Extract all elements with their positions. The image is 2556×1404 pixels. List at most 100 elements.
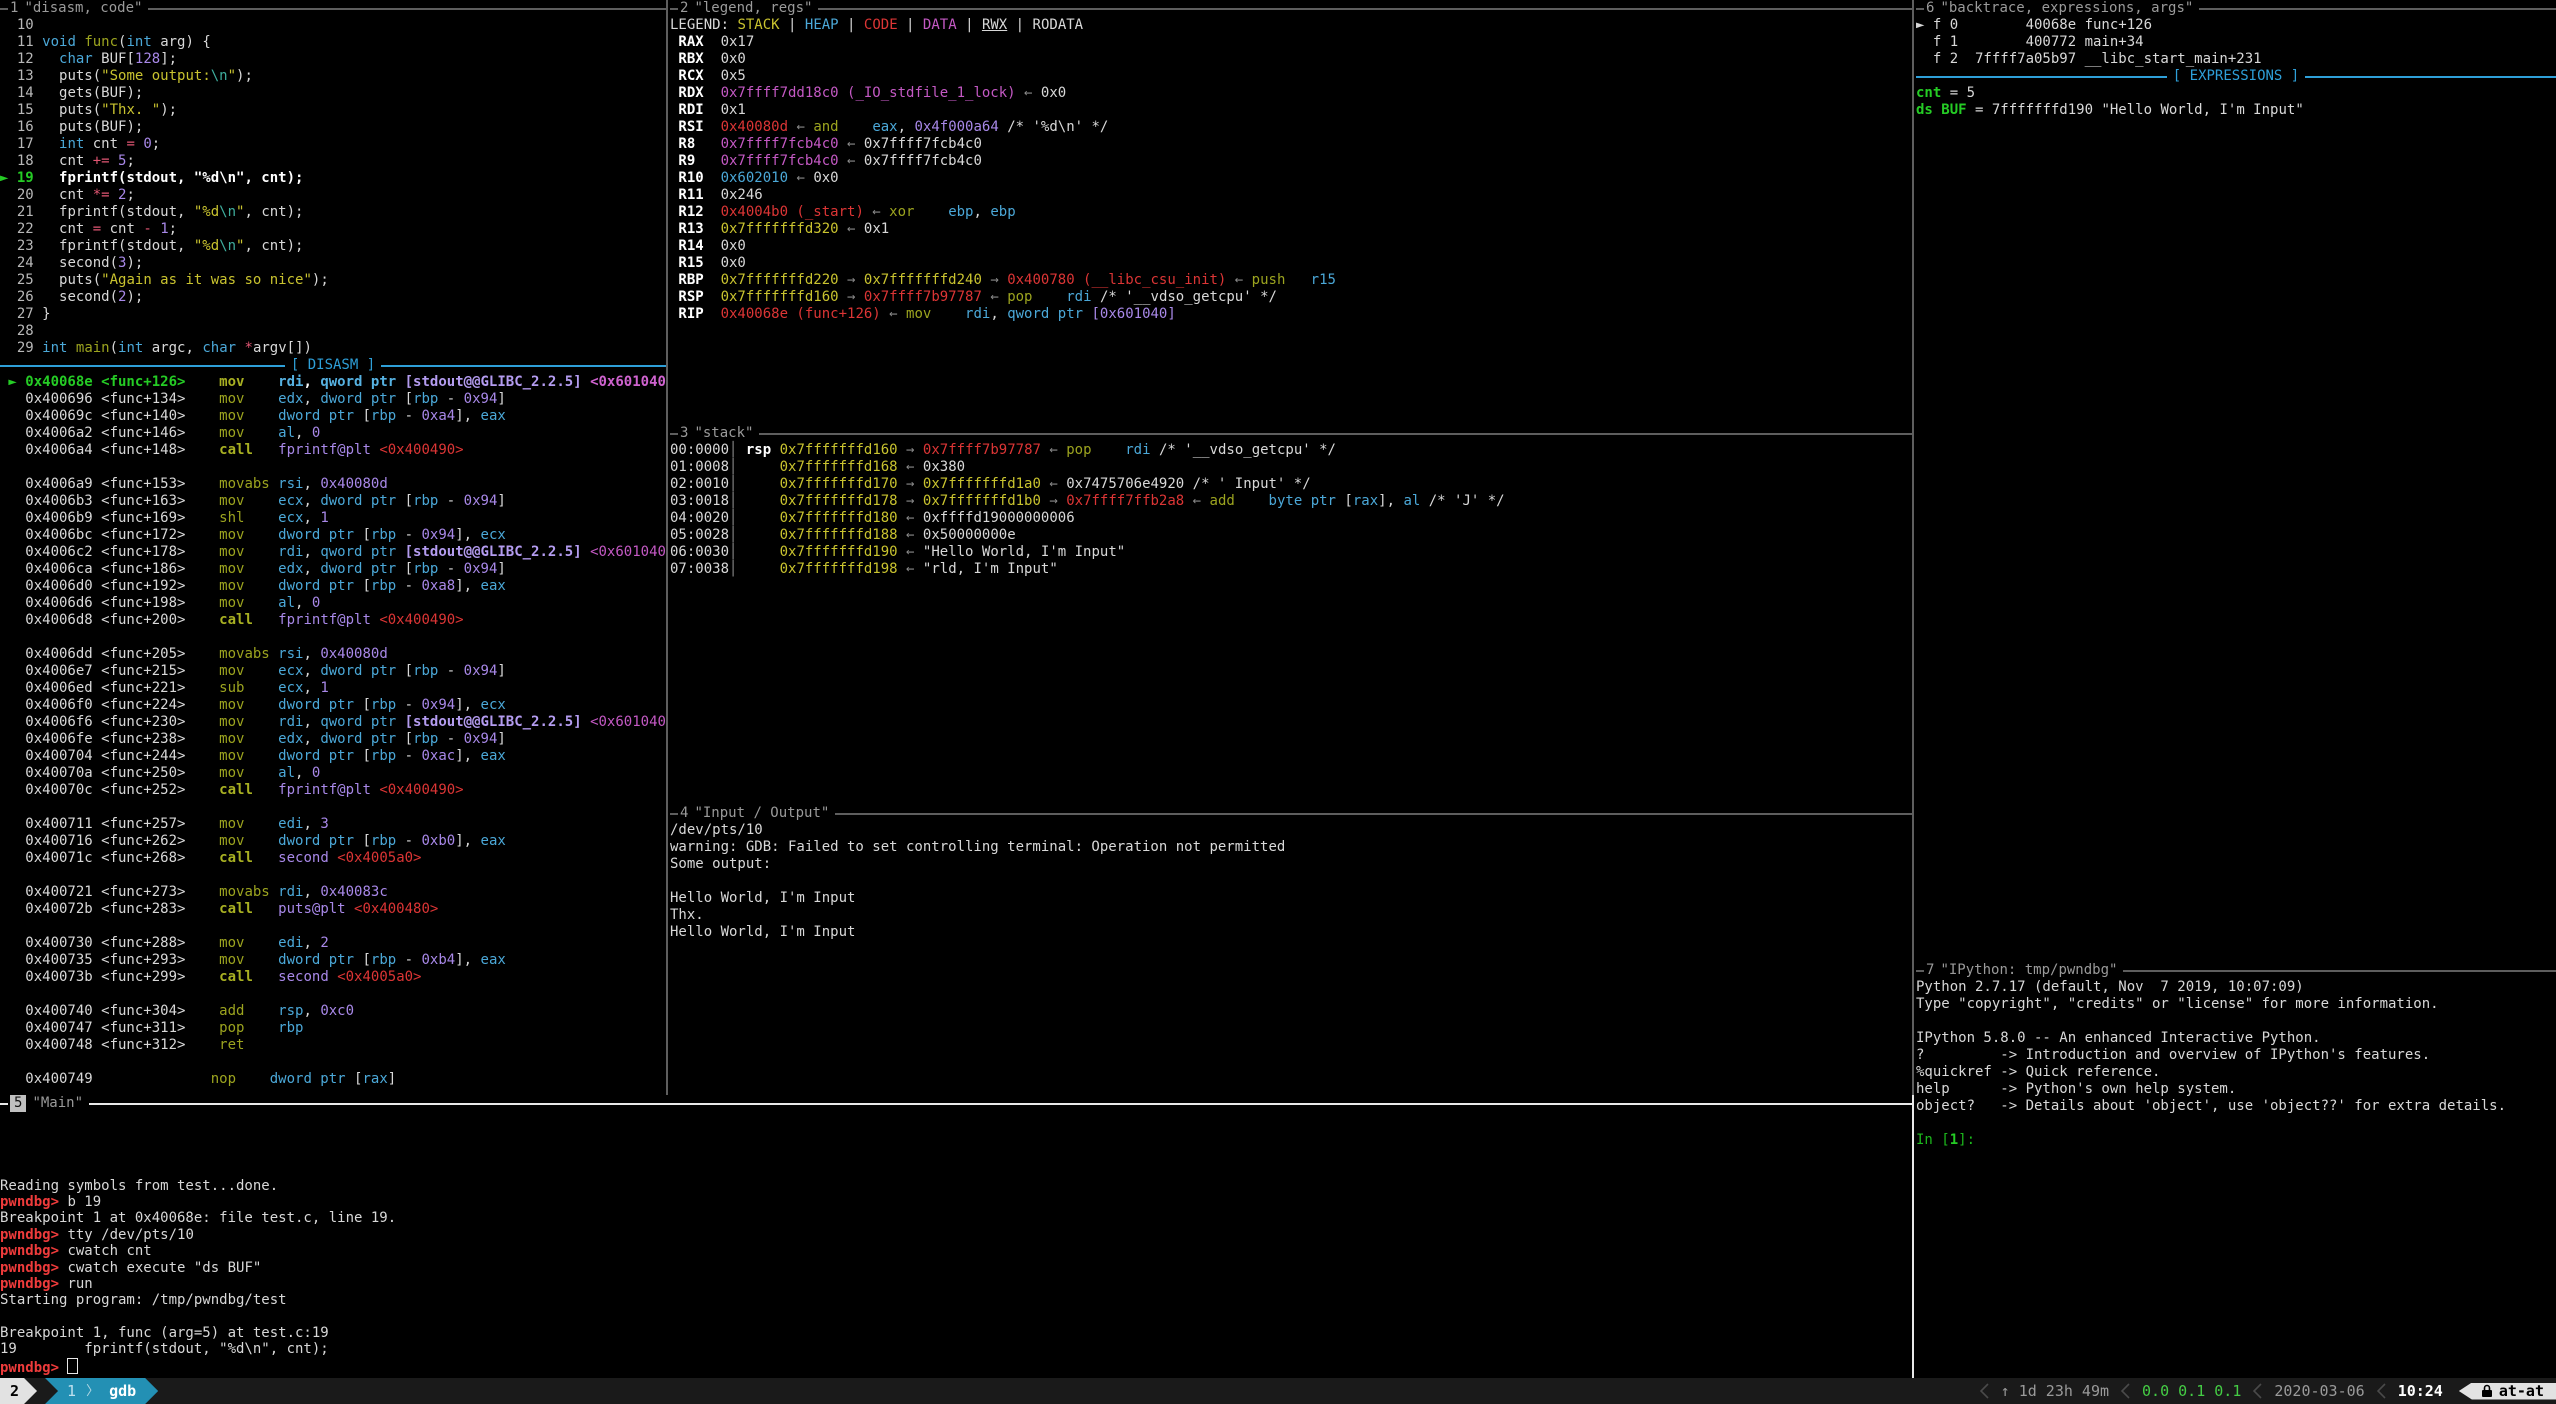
expressions-section-divider: [ EXPRESSIONS ] (1916, 68, 2556, 85)
terminal-line: Some output: (670, 856, 1912, 873)
terminal-line: 0x4006a9 <func+153> movabs rsi, 0x40080d (0, 476, 666, 493)
terminal-line: 0x4006b3 <func+163> mov ecx, dword ptr [… (0, 493, 666, 510)
terminal-line: RCX 0x5 (670, 68, 1912, 85)
status-date: 2020-03-06 (2264, 1383, 2374, 1400)
gdb-prompt-line[interactable]: pwndbg> (0, 1358, 1912, 1374)
text-cursor (67, 1358, 78, 1374)
terminal-line: R13 0x7fffffffd320 ← 0x1 (670, 221, 1912, 238)
terminal-line: 0x4006d6 <func+198> mov al, 0 (0, 595, 666, 612)
terminal-line: ► f 0 40068e func+126 (1916, 17, 2556, 34)
pane-io-title: 4"Input / Output" (670, 805, 1912, 822)
terminal-line (0, 629, 666, 646)
chevron-left-icon (1980, 1383, 1989, 1399)
terminal-line: Reading symbols from test...done. (0, 1178, 1912, 1194)
terminal-line: help -> Python's own help system. (1916, 1081, 2556, 1098)
terminal-line (0, 918, 666, 935)
stack-listing: 00:0000│ rsp 0x7fffffffd160 → 0x7ffff7b9… (670, 442, 1912, 578)
pane-regs-title: 2"legend, regs" (670, 0, 1912, 17)
pane-input-output[interactable]: 4"Input / Output" /dev/pts/10warning: GD… (670, 805, 1912, 1095)
pane-border-vertical-right-active[interactable] (1912, 1095, 1914, 1378)
registers-listing: LEGEND: STACK | HEAP | CODE | DATA | RWX… (670, 17, 1912, 323)
terminal-line: 29 int main(int argc, char *argv[]) (0, 340, 666, 357)
terminal-line: %quickref -> Quick reference. (1916, 1064, 2556, 1081)
terminal-line (1916, 1115, 2556, 1132)
load-average: 0.0 0.1 0.1 (2132, 1383, 2251, 1400)
watch-expressions: cnt = 5ds BUF = 7fffffffd190 "Hello Worl… (1916, 85, 2556, 119)
terminal-line: 0x400711 <func+257> mov edi, 3 (0, 816, 666, 833)
gdb-prompt: pwndbg> (0, 1360, 67, 1376)
terminal-line: 0x4006d0 <func+192> mov dword ptr [rbp -… (0, 578, 666, 595)
lock-icon (2481, 1384, 2493, 1398)
terminal-line: 0x400716 <func+262> mov dword ptr [rbp -… (0, 833, 666, 850)
terminal-line: 12 char BUF[128]; (0, 51, 666, 68)
terminal-line: Hello World, I'm Input (670, 924, 1912, 941)
terminal-line: 22 cnt = cnt - 1; (0, 221, 666, 238)
pane-border-vertical-left[interactable] (666, 0, 668, 1095)
terminal-line: RDI 0x1 (670, 102, 1912, 119)
pane-stack[interactable]: 3"stack" 00:0000│ rsp 0x7fffffffd160 → 0… (670, 425, 1912, 805)
ipython-banner: Python 2.7.17 (default, Nov 7 2019, 10:0… (1916, 979, 2556, 1149)
terminal-line: 15 puts("Thx. "); (0, 102, 666, 119)
terminal-line: 0x4006fe <func+238> mov edx, dword ptr [… (0, 731, 666, 748)
status-time: 10:24 (2388, 1383, 2453, 1400)
terminal-line: Type "copyright", "credits" or "license"… (1916, 996, 2556, 1013)
terminal-line: 0x400748 <func+312> ret (0, 1037, 666, 1054)
terminal-line: 23 fprintf(stdout, "%d\n", cnt); (0, 238, 666, 255)
chevron-left-icon (2377, 1383, 2386, 1399)
pane-backtrace[interactable]: 6"backtrace, expressions, args" ► f 0 40… (1916, 0, 2556, 962)
terminal-line: 0x400749 nop dword ptr [rax] (0, 1071, 666, 1088)
window-tab-gdb[interactable]: 1 〉 gdb (45, 1378, 158, 1404)
terminal-line: 0x4006e7 <func+215> mov ecx, dword ptr [… (0, 663, 666, 680)
terminal-line: 27 } (0, 306, 666, 323)
terminal-line: pwndbg> run (0, 1276, 1912, 1292)
terminal-line (1916, 1013, 2556, 1030)
terminal-line: f 2 7ffff7a05b97 __libc_start_main+231 (1916, 51, 2556, 68)
terminal-line: 0x400735 <func+293> mov dword ptr [rbp -… (0, 952, 666, 969)
terminal-line: Starting program: /tmp/pwndbg/test (0, 1292, 1912, 1308)
pane-border-vertical-right[interactable] (1912, 0, 1914, 1095)
terminal-line (0, 1309, 1912, 1325)
terminal-line: In [1]: (1916, 1132, 2556, 1149)
terminal-line: 07:0038│ 0x7fffffffd198 ← "rld, I'm Inpu… (670, 561, 1912, 578)
terminal-line: 17 int cnt = 0; (0, 136, 666, 153)
terminal-line: pwndbg> b 19 (0, 1194, 1912, 1210)
terminal-line: 0x4006ca <func+186> mov edx, dword ptr [… (0, 561, 666, 578)
window-name: gdb (109, 1383, 136, 1400)
terminal-line: 14 gets(BUF); (0, 85, 666, 102)
window-separator: 〉 (86, 1383, 109, 1400)
terminal-line: f 1 400772 main+34 (1916, 34, 2556, 51)
terminal-line: 05:0028│ 0x7fffffffd188 ← 0x50000000e (670, 527, 1912, 544)
terminal-line: 00:0000│ rsp 0x7fffffffd160 → 0x7ffff7b9… (670, 442, 1912, 459)
terminal-line: 0x4006bc <func+172> mov dword ptr [rbp -… (0, 527, 666, 544)
terminal-line: IPython 5.8.0 -- An enhanced Interactive… (1916, 1030, 2556, 1047)
terminal-line: Breakpoint 1 at 0x40068e: file test.c, l… (0, 1210, 1912, 1226)
terminal-line: 0x40072b <func+283> call puts@plt <0x400… (0, 901, 666, 918)
pane-legend-regs[interactable]: 2"legend, regs" LEGEND: STACK | HEAP | C… (670, 0, 1912, 425)
terminal-line (0, 459, 666, 476)
terminal-line: 0x4006a4 <func+148> call fprintf@plt <0x… (0, 442, 666, 459)
pane-ipython[interactable]: 7"IPython: tmp/pwndbg" Python 2.7.17 (de… (1916, 962, 2556, 1378)
terminal-line: 0x400740 <func+304> add rsp, 0xc0 (0, 1003, 666, 1020)
terminal-line (670, 873, 1912, 890)
terminal-line: 20 cnt *= 2; (0, 187, 666, 204)
terminal-line (0, 1112, 1912, 1128)
terminal-line: 0x4006d8 <func+200> call fprintf@plt <0x… (0, 612, 666, 629)
terminal-line: pwndbg> cwatch cnt (0, 1243, 1912, 1259)
terminal-line: 25 puts("Again as it was so nice"); (0, 272, 666, 289)
terminal-line: RIP 0x40068e (func+126) ← mov rdi, qword… (670, 306, 1912, 323)
terminal-line: 01:0008│ 0x7fffffffd168 ← 0x380 (670, 459, 1912, 476)
hostname-segment: at-at (2459, 1383, 2556, 1400)
terminal-line (0, 986, 666, 1003)
session-index-segment[interactable]: 2 (0, 1378, 37, 1404)
chevron-left-icon (2253, 1383, 2262, 1399)
terminal-line: Hello World, I'm Input (670, 890, 1912, 907)
terminal-line: 04:0020│ 0x7fffffffd180 ← 0xffffd1900000… (670, 510, 1912, 527)
terminal-line: R10 0x602010 ← 0x0 (670, 170, 1912, 187)
uptime: ↑ 1d 23h 49m (1991, 1383, 2119, 1400)
terminal-line: Thx. (670, 907, 1912, 924)
pane-disasm-code[interactable]: 1"disasm, code" 10 11 void func(int arg)… (0, 0, 666, 1095)
terminal-line: 21 fprintf(stdout, "%d\n", cnt); (0, 204, 666, 221)
terminal-line: 0x4006f0 <func+224> mov dword ptr [rbp -… (0, 697, 666, 714)
terminal-line: R11 0x246 (670, 187, 1912, 204)
pane-main-gdb[interactable]: 5"Main" Reading symbols from test...done… (0, 1095, 1912, 1378)
